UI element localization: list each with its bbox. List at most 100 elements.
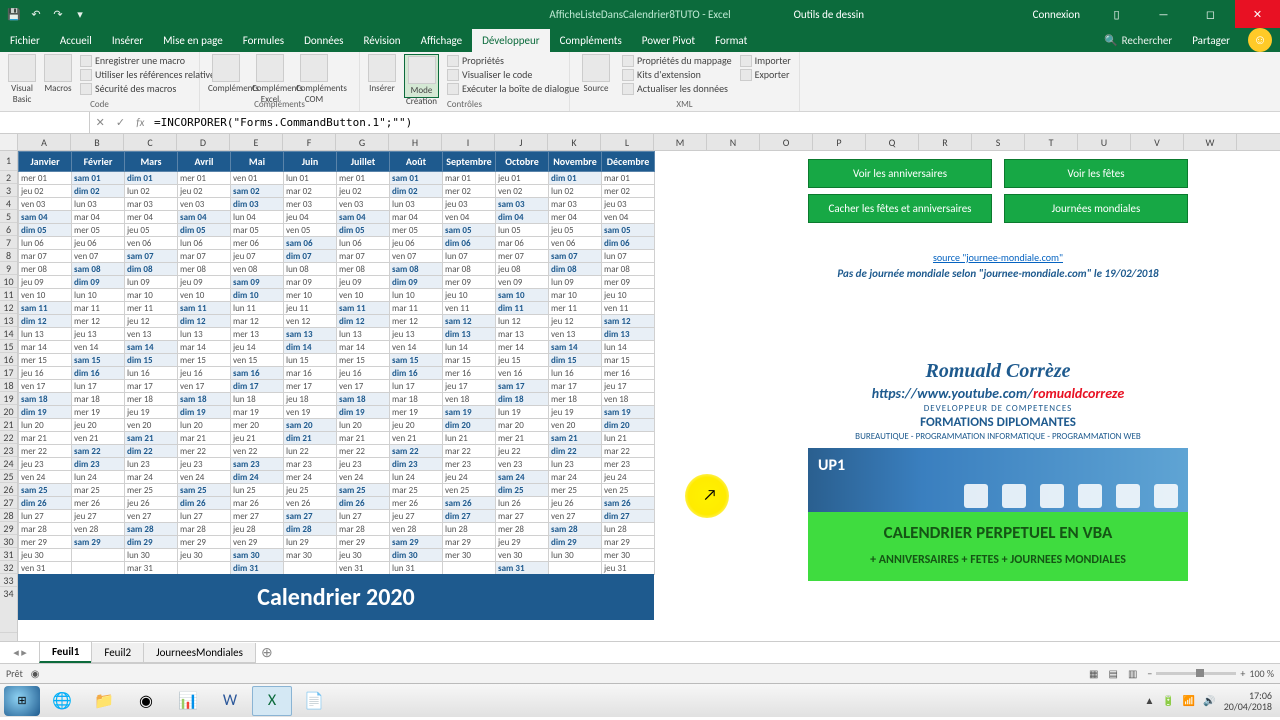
- ribbon-tab-insérer[interactable]: Insérer: [102, 29, 153, 52]
- row-header[interactable]: 6: [0, 223, 17, 236]
- calendar-cell[interactable]: sam 19: [602, 406, 655, 419]
- explorer-taskbar-icon[interactable]: 📁: [84, 686, 124, 716]
- calendar-cell[interactable]: ven 27: [125, 510, 178, 523]
- calendar-cell[interactable]: mar 05: [231, 224, 284, 237]
- calendar-cell[interactable]: sam 04: [337, 211, 390, 224]
- calendar-cell[interactable]: mer 23: [602, 458, 655, 471]
- calendar-cell[interactable]: mer 14: [496, 341, 549, 354]
- column-header[interactable]: U: [1078, 134, 1131, 150]
- calendar-cell[interactable]: jeu 06: [72, 237, 125, 250]
- calendar-cell[interactable]: sam 30: [231, 549, 284, 562]
- calendar-cell[interactable]: mar 14: [19, 341, 72, 354]
- calendar-cell[interactable]: mar 08: [443, 263, 496, 276]
- start-button[interactable]: ⊞: [4, 686, 40, 716]
- calendar-cell[interactable]: dim 10: [231, 289, 284, 302]
- row-header[interactable]: 5: [0, 210, 17, 223]
- calendar-cell[interactable]: sam 04: [19, 211, 72, 224]
- row-header[interactable]: 12: [0, 301, 17, 314]
- calendar-cell[interactable]: ven 07: [72, 250, 125, 263]
- row-header[interactable]: 26: [0, 483, 17, 496]
- row-header[interactable]: 32: [0, 561, 17, 574]
- calendar-cell[interactable]: lun 10: [390, 289, 443, 302]
- calendar-cell[interactable]: dim 12: [19, 315, 72, 328]
- calendar-cell[interactable]: jeu 17: [443, 380, 496, 393]
- calendar-cell[interactable]: jeu 19: [125, 406, 178, 419]
- calendar-cell[interactable]: mer 23: [443, 458, 496, 471]
- calendar-cell[interactable]: mer 28: [496, 523, 549, 536]
- calendar-cell[interactable]: lun 30: [125, 549, 178, 562]
- calendar-cell[interactable]: ven 02: [496, 185, 549, 198]
- column-header[interactable]: P: [813, 134, 866, 150]
- column-header[interactable]: C: [124, 134, 177, 150]
- calendar-cell[interactable]: dim 09: [72, 276, 125, 289]
- calendar-cell[interactable]: lun 14: [443, 341, 496, 354]
- calendar-cell[interactable]: lun 23: [549, 458, 602, 471]
- calendar-cell[interactable]: ven 31: [337, 562, 390, 575]
- calendar-cell[interactable]: sam 28: [549, 523, 602, 536]
- calendar-cell[interactable]: mar 16: [284, 367, 337, 380]
- calendar-cell[interactable]: sam 19: [443, 406, 496, 419]
- sheet-tab-feuil2[interactable]: Feuil2: [91, 643, 144, 663]
- calendar-cell[interactable]: ven 27: [549, 510, 602, 523]
- calendar-cell[interactable]: jeu 16: [19, 367, 72, 380]
- calendar-cell[interactable]: sam 01: [72, 172, 125, 185]
- ribbon-tab-révision[interactable]: Révision: [353, 29, 410, 52]
- calendar-cell[interactable]: mar 30: [284, 549, 337, 562]
- calendar-cell[interactable]: mer 05: [390, 224, 443, 237]
- calendar-cell[interactable]: ven 14: [390, 341, 443, 354]
- calendar-cell[interactable]: jeu 10: [602, 289, 655, 302]
- column-header[interactable]: J: [495, 134, 548, 150]
- calendar-cell[interactable]: mer 19: [72, 406, 125, 419]
- source-link[interactable]: source "journee-mondiale.com": [808, 251, 1188, 264]
- calendar-cell[interactable]: jeu 27: [72, 510, 125, 523]
- calendar-cell[interactable]: dim 26: [178, 497, 231, 510]
- calendar-cell[interactable]: sam 29: [390, 536, 443, 549]
- design-mode-button[interactable]: Mode Création: [404, 54, 439, 98]
- calendar-cell[interactable]: sam 22: [72, 445, 125, 458]
- calendar-cell[interactable]: jeu 02: [337, 185, 390, 198]
- calendar-cell[interactable]: jeu 30: [19, 549, 72, 562]
- macros-button[interactable]: Macros: [44, 54, 72, 98]
- expansion-packs-button[interactable]: Kits d'extension: [622, 68, 732, 81]
- calendar-cell[interactable]: lun 17: [390, 380, 443, 393]
- save-icon[interactable]: 💾: [6, 6, 22, 22]
- calendar-cell[interactable]: mer 29: [19, 536, 72, 549]
- calendar-cell[interactable]: lun 17: [72, 380, 125, 393]
- calendar-cell[interactable]: mer 29: [337, 536, 390, 549]
- calendar-cell[interactable]: ven 09: [496, 276, 549, 289]
- calendar-cell[interactable]: ven 24: [178, 471, 231, 484]
- undo-icon[interactable]: ↶: [28, 6, 44, 22]
- network-icon[interactable]: 📶: [1183, 694, 1195, 707]
- calendar-cell[interactable]: ven 05: [284, 224, 337, 237]
- calendar-cell[interactable]: sam 24: [496, 471, 549, 484]
- calendar-cell[interactable]: lun 24: [72, 471, 125, 484]
- calendar-cell[interactable]: sam 13: [284, 328, 337, 341]
- share-button[interactable]: Partager: [1182, 29, 1240, 52]
- calendar-cell[interactable]: jeu 31: [602, 562, 655, 575]
- calendar-cell[interactable]: mar 11: [72, 302, 125, 315]
- calendar-cell[interactable]: mar 24: [549, 471, 602, 484]
- calendar-cell[interactable]: dim 02: [390, 185, 443, 198]
- calendar-cell[interactable]: ven 10: [19, 289, 72, 302]
- calendar-cell[interactable]: dim 18: [496, 393, 549, 406]
- calendar-cell[interactable]: dim 22: [125, 445, 178, 458]
- calendar-cell[interactable]: mar 11: [390, 302, 443, 315]
- calendar-cell[interactable]: ven 12: [284, 315, 337, 328]
- calendar-cell[interactable]: mar 25: [72, 484, 125, 497]
- calendar-cell[interactable]: jeu 21: [231, 432, 284, 445]
- calendar-cell[interactable]: mar 03: [125, 198, 178, 211]
- calendar-cell[interactable]: [443, 562, 496, 575]
- feedback-smile-icon[interactable]: ☺: [1248, 28, 1272, 52]
- calendar-cell[interactable]: mar 23: [284, 458, 337, 471]
- calendar-cell[interactable]: lun 16: [125, 367, 178, 380]
- calendar-cell[interactable]: dim 05: [19, 224, 72, 237]
- calendar-cell[interactable]: jeu 03: [602, 198, 655, 211]
- calendar-cell[interactable]: mer 18: [125, 393, 178, 406]
- ribbon-tab-données[interactable]: Données: [294, 29, 353, 52]
- calendar-cell[interactable]: mar 15: [443, 354, 496, 367]
- row-header[interactable]: 23: [0, 444, 17, 457]
- xml-export-button[interactable]: Exporter: [740, 68, 791, 81]
- calendar-cell[interactable]: mer 04: [549, 211, 602, 224]
- calendar-cell[interactable]: dim 01: [549, 172, 602, 185]
- calendar-cell[interactable]: dim 14: [284, 341, 337, 354]
